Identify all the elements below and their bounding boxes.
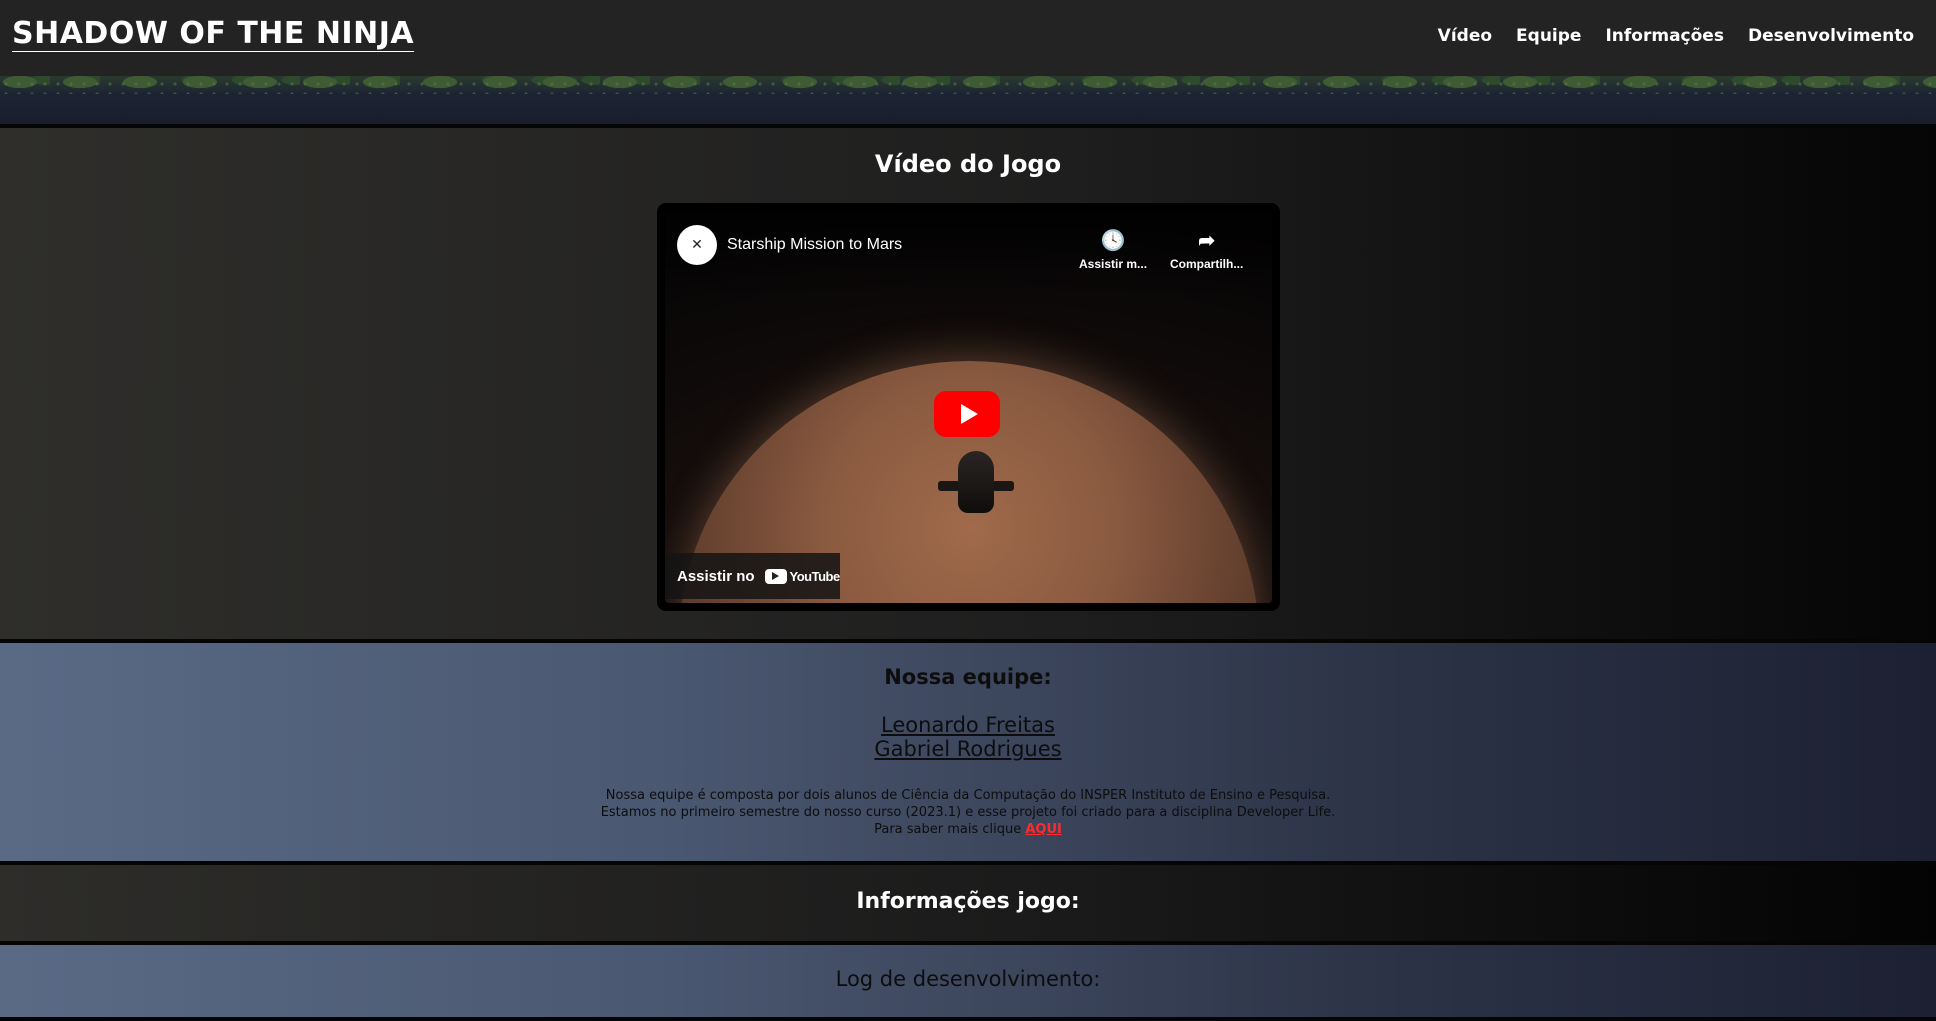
info-section: Informações jogo: [0, 865, 1936, 941]
watch-later-label: Assistir m... [1079, 257, 1148, 271]
starship-image [958, 451, 994, 513]
share-label: Compartilh... [1170, 257, 1244, 271]
member-link-gabriel[interactable]: Gabriel Rodrigues [0, 737, 1936, 761]
youtube-logo: YouTube [764, 568, 841, 584]
main-nav: Vídeo Equipe Informações Desenvolvimento [1438, 26, 1924, 46]
play-icon [960, 404, 978, 424]
video-section-title: Vídeo do Jogo [874, 150, 1062, 178]
member-link-leonardo[interactable]: Leonardo Freitas [0, 713, 1936, 737]
site-title[interactable]: SHADOW OF THE NINJA [12, 16, 414, 51]
watch-on-youtube-button[interactable]: Assistir no YouTube [665, 553, 840, 599]
youtube-logo-text: YouTube [789, 568, 841, 584]
devlog-section: Log de desenvolvimento: [0, 945, 1936, 1017]
nav-link-desenvolvimento[interactable]: Desenvolvimento [1748, 26, 1914, 46]
site-header: SHADOW OF THE NINJA Vídeo Equipe Informa… [0, 0, 1936, 76]
nav-link-video[interactable]: Vídeo [1438, 26, 1492, 46]
video-section: Vídeo do Jogo ✕ Starship Mission to Mars… [0, 128, 1936, 639]
team-more-line: Para saber mais clique AQUI [0, 821, 1936, 838]
devlog-section-title: Log de desenvolvimento: [835, 967, 1101, 991]
ship-fin-left [938, 481, 960, 491]
spacex-logo-icon: ✕ [691, 237, 703, 253]
nav-link-equipe[interactable]: Equipe [1516, 26, 1581, 46]
more-info-link[interactable]: AQUI [1025, 822, 1062, 837]
youtube-logo-icon [764, 568, 787, 584]
watch-on-label: Assistir no [677, 567, 755, 585]
video-thumbnail[interactable]: ✕ Starship Mission to Mars 🕓 Assistir m.… [665, 211, 1272, 603]
team-more-prefix: Para saber mais clique [874, 822, 1022, 837]
info-section-title: Informações jogo: [856, 889, 1080, 914]
channel-avatar[interactable]: ✕ [677, 225, 717, 265]
team-description-line: Nossa equipe é composta por dois alunos … [605, 788, 1331, 803]
foliage-texture [0, 78, 1936, 94]
share-icon: ➦ [1198, 230, 1216, 252]
share-button[interactable]: ➦ Compartilh... [1170, 231, 1243, 271]
watch-later-button[interactable]: 🕓 Assistir m... [1079, 231, 1147, 271]
team-section: Nossa equipe: Leonardo Freitas Gabriel R… [0, 643, 1936, 861]
section-divider [0, 1017, 1936, 1021]
youtube-embed[interactable]: ✕ Starship Mission to Mars 🕓 Assistir m.… [657, 203, 1280, 611]
team-section-title: Nossa equipe: [884, 665, 1052, 689]
video-title[interactable]: Starship Mission to Mars [727, 236, 902, 254]
clock-icon: 🕓 [1100, 230, 1126, 252]
play-button[interactable] [934, 391, 1000, 437]
nav-link-informacoes[interactable]: Informações [1605, 26, 1723, 46]
ship-fin-right [992, 481, 1014, 491]
team-description: Nossa equipe é composta por dois alunos … [0, 787, 1936, 838]
team-description-line: Estamos no primeiro semestre do nosso cu… [600, 805, 1336, 820]
